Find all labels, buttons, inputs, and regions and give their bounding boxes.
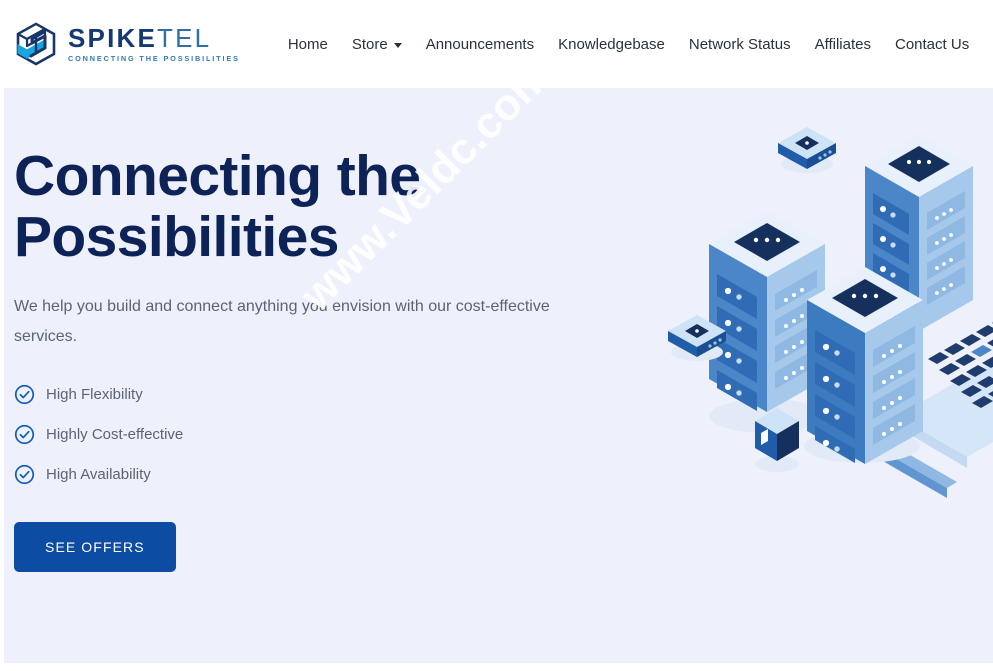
chevron-down-icon: [393, 42, 402, 48]
brand-name-bold: SPIKE: [68, 22, 158, 53]
check-circle-icon: [14, 384, 35, 405]
feature-label: Highly Cost-effective: [46, 425, 184, 443]
check-circle-icon: [14, 464, 35, 485]
list-item: High Availability: [14, 454, 634, 494]
nav-item-store[interactable]: Store: [340, 30, 414, 59]
server-rack-back: [865, 135, 973, 331]
isometric-server-racks-illustration: [647, 116, 993, 516]
site-header: SPIKETEL CONNECTING THE POSSIBILITIES Ho…: [0, 0, 993, 88]
spiketel-cube-logo-icon: [14, 22, 58, 66]
brand-logo-link[interactable]: SPIKETEL CONNECTING THE POSSIBILITIES: [14, 22, 240, 66]
hero-content: Connecting the Possibilities We help you…: [14, 146, 634, 572]
router-device-top: [778, 127, 836, 173]
hero-subtitle: We help you build and connect anything y…: [14, 298, 550, 345]
cable-graphic: [822, 410, 957, 498]
nav-label: Contact Us: [895, 35, 970, 53]
laptop-graphic: [897, 322, 993, 468]
nav-label: Home: [287, 35, 328, 53]
nav-label: Knowledgebase: [558, 35, 665, 53]
nav-item-affiliates[interactable]: Affiliates: [803, 30, 883, 59]
nav-item-network-status[interactable]: Network Status: [677, 30, 803, 59]
page-root: SPIKETEL CONNECTING THE POSSIBILITIES Ho…: [0, 0, 993, 671]
small-cube: [755, 408, 799, 472]
nav-label: Affiliates: [814, 35, 871, 53]
nav-label: Store: [351, 35, 388, 53]
list-item: Highly Cost-effective: [14, 414, 634, 454]
nav-item-home[interactable]: Home: [276, 30, 340, 59]
brand-wordmark: SPIKETEL: [68, 22, 240, 53]
server-rack-left: [709, 211, 825, 412]
feature-label: High Availability: [46, 465, 151, 483]
main-navigation: Home Store Announcements Knowledgebase N…: [276, 30, 981, 59]
nav-item-knowledgebase[interactable]: Knowledgebase: [546, 30, 677, 59]
hero-container: www.Veldc.com Connecting the Possibiliti…: [14, 88, 993, 663]
check-circle-icon: [14, 424, 35, 445]
see-offers-button[interactable]: SEE OFFERS: [14, 522, 176, 572]
feature-list: High Flexibility Highly Cost-effective H…: [14, 374, 634, 494]
brand-name-light: TEL: [157, 22, 212, 53]
nav-label: Announcements: [425, 35, 535, 53]
nav-item-announcements[interactable]: Announcements: [414, 30, 546, 59]
server-rack-front: [807, 267, 923, 464]
nav-item-contact-us[interactable]: Contact Us: [883, 30, 981, 59]
page-left-gutter: [0, 88, 4, 663]
brand-text: SPIKETEL CONNECTING THE POSSIBILITIES: [68, 22, 240, 64]
hero-section: www.Veldc.com Connecting the Possibiliti…: [0, 88, 993, 663]
nav-label: Network Status: [688, 35, 791, 53]
brand-tagline: CONNECTING THE POSSIBILITIES: [68, 54, 240, 64]
feature-label: High Flexibility: [46, 385, 143, 403]
page-title: Connecting the Possibilities: [14, 144, 421, 269]
next-section-card: [14, 663, 993, 671]
router-device-left: [668, 315, 726, 361]
list-item: High Flexibility: [14, 374, 634, 414]
